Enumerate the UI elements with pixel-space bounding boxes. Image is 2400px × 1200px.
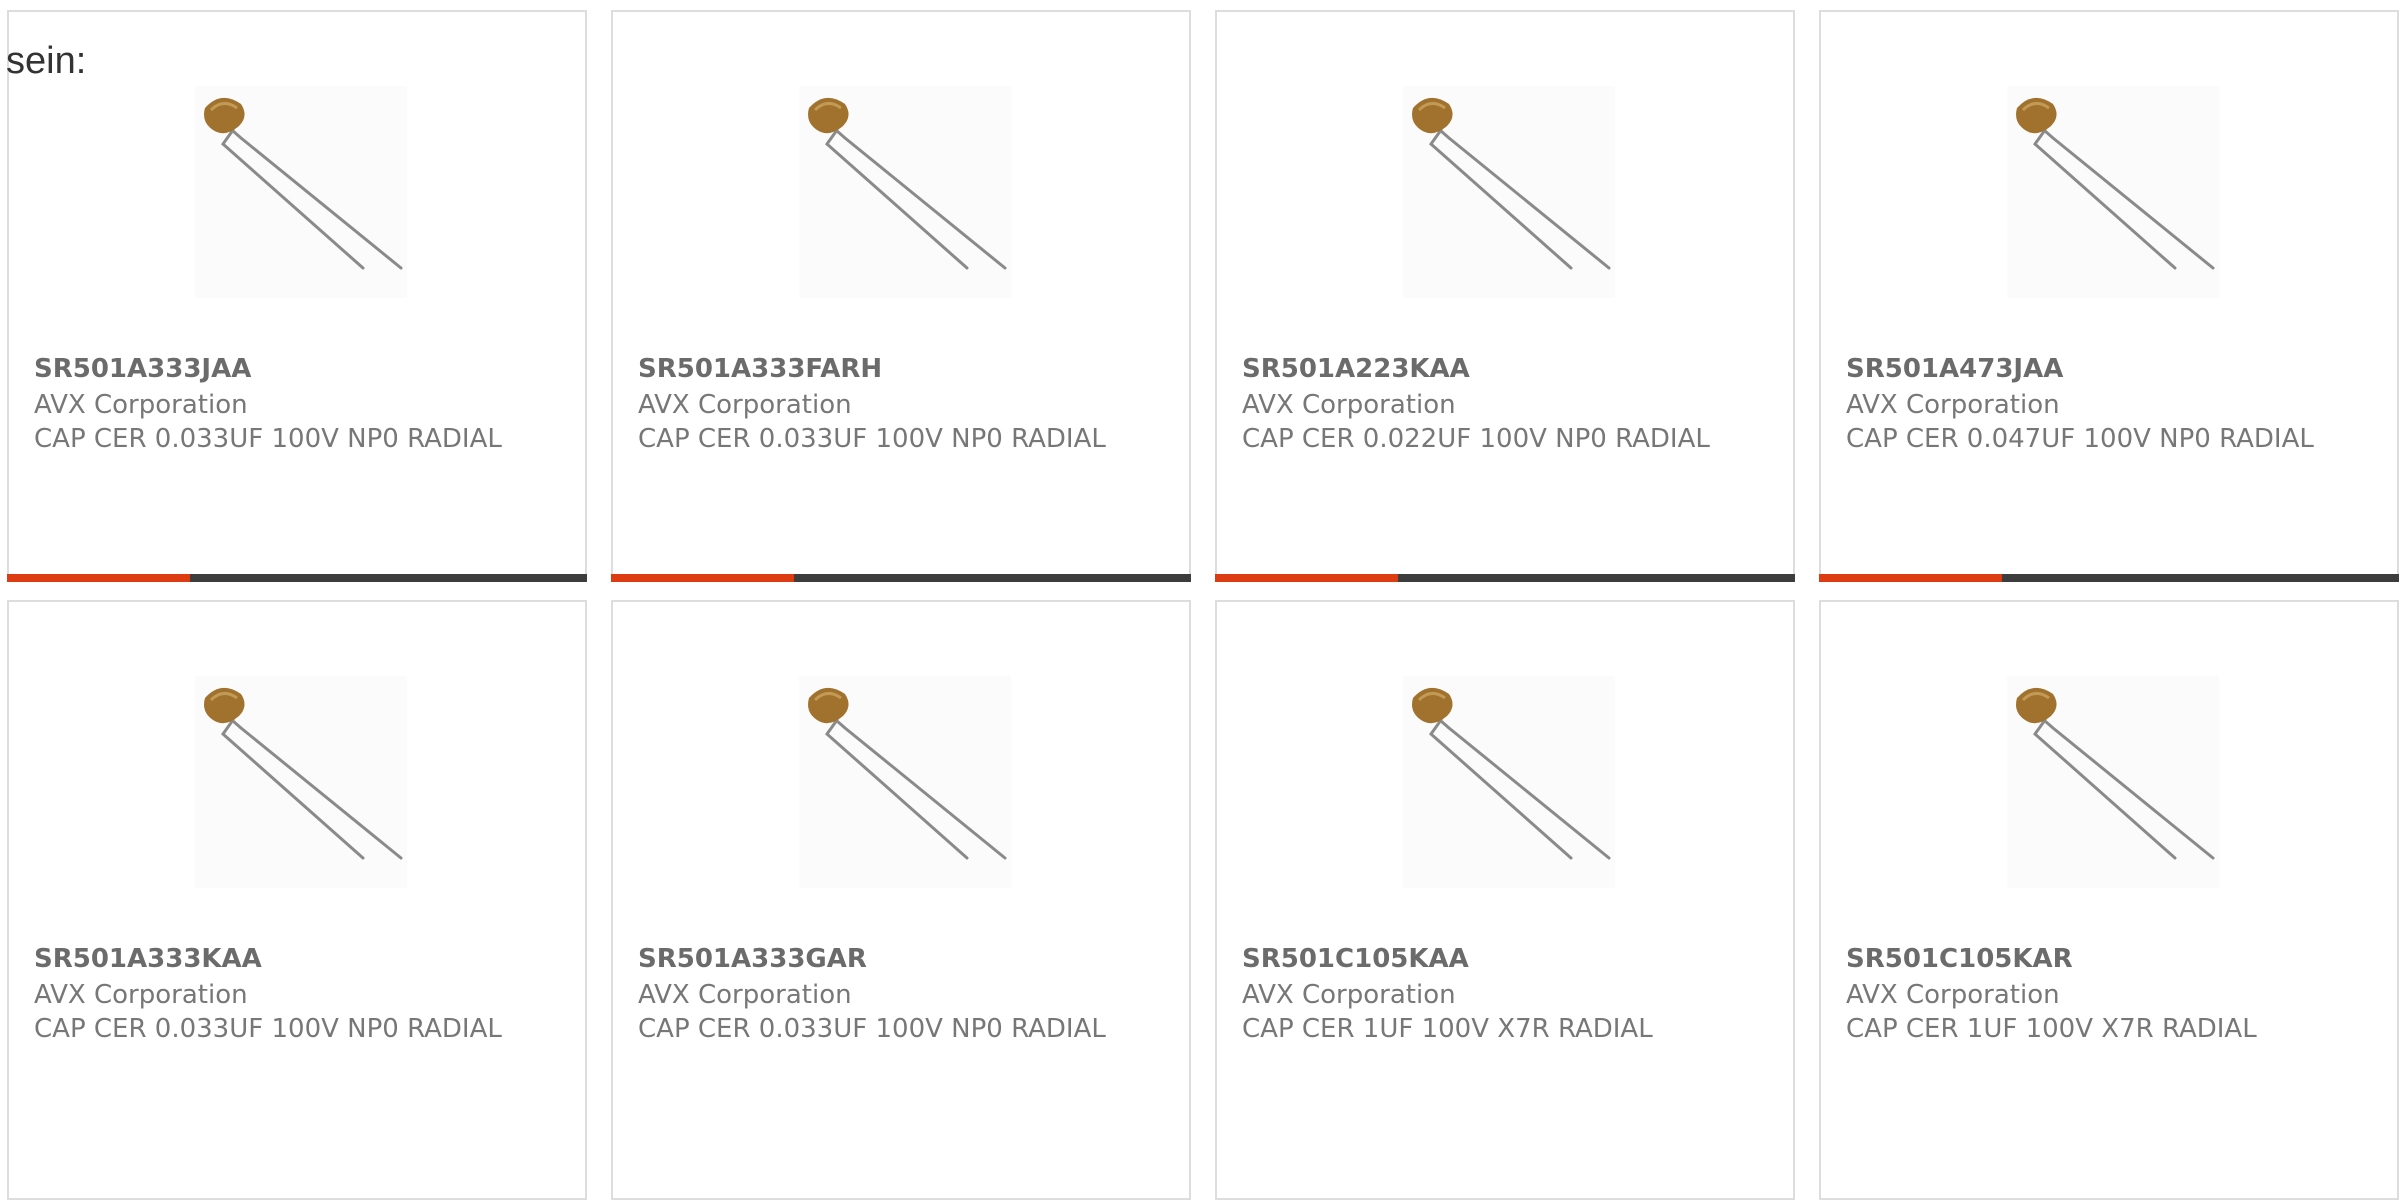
part-number: SR501C105KAR xyxy=(1846,944,2073,974)
ceramic-capacitor-icon xyxy=(799,86,1011,298)
ceramic-capacitor-icon xyxy=(1403,676,1615,888)
product-card[interactable]: SR501A473JAA AVX Corporation CAP CER 0.0… xyxy=(1819,10,2399,582)
description: CAP CER 0.022UF 100V NP0 RADIAL xyxy=(1242,424,1710,454)
card-footer-bar xyxy=(611,574,1191,582)
manufacturer: AVX Corporation xyxy=(1242,980,1456,1010)
product-card[interactable]: SR501C105KAR AVX Corporation CAP CER 1UF… xyxy=(1819,600,2399,1200)
manufacturer: AVX Corporation xyxy=(638,980,852,1010)
product-card[interactable]: SR501A333GAR AVX Corporation CAP CER 0.0… xyxy=(611,600,1191,1200)
part-number: SR501A223KAA xyxy=(1242,354,1470,384)
description: CAP CER 0.033UF 100V NP0 RADIAL xyxy=(638,424,1106,454)
ceramic-capacitor-icon xyxy=(195,86,407,298)
part-number: SR501A473JAA xyxy=(1846,354,2064,384)
product-card[interactable]: SR501A333KAA AVX Corporation CAP CER 0.0… xyxy=(7,600,587,1200)
description: CAP CER 0.033UF 100V NP0 RADIAL xyxy=(34,424,502,454)
card-footer-bar xyxy=(7,574,587,582)
card-accent-bar xyxy=(1215,574,1398,582)
card-accent-bar xyxy=(1819,574,2002,582)
manufacturer: AVX Corporation xyxy=(1242,390,1456,420)
manufacturer: AVX Corporation xyxy=(1846,980,2060,1010)
card-footer-bar xyxy=(1819,574,2399,582)
ceramic-capacitor-icon xyxy=(2007,86,2219,298)
description: CAP CER 0.033UF 100V NP0 RADIAL xyxy=(34,1014,502,1044)
product-card[interactable]: SR501C105KAA AVX Corporation CAP CER 1UF… xyxy=(1215,600,1795,1200)
manufacturer: AVX Corporation xyxy=(1846,390,2060,420)
card-footer-bar xyxy=(1215,574,1795,582)
description: CAP CER 0.047UF 100V NP0 RADIAL xyxy=(1846,424,2314,454)
part-number: SR501A333JAA xyxy=(34,354,252,384)
ceramic-capacitor-icon xyxy=(2007,676,2219,888)
product-card[interactable]: SR501A333FARH AVX Corporation CAP CER 0.… xyxy=(611,10,1191,582)
intro-text: sein: xyxy=(6,40,87,82)
ceramic-capacitor-icon xyxy=(799,676,1011,888)
product-card[interactable]: SR501A333JAA AVX Corporation CAP CER 0.0… xyxy=(7,10,587,582)
description: CAP CER 1UF 100V X7R RADIAL xyxy=(1846,1014,2257,1044)
description: CAP CER 1UF 100V X7R RADIAL xyxy=(1242,1014,1653,1044)
description: CAP CER 0.033UF 100V NP0 RADIAL xyxy=(638,1014,1106,1044)
product-grid: SR501A333JAA AVX Corporation CAP CER 0.0… xyxy=(0,0,2400,1200)
part-number: SR501A333KAA xyxy=(34,944,262,974)
part-number: SR501A333FARH xyxy=(638,354,883,384)
manufacturer: AVX Corporation xyxy=(34,390,248,420)
part-number: SR501A333GAR xyxy=(638,944,867,974)
part-number: SR501C105KAA xyxy=(1242,944,1469,974)
card-accent-bar xyxy=(611,574,794,582)
product-card[interactable]: SR501A223KAA AVX Corporation CAP CER 0.0… xyxy=(1215,10,1795,582)
card-accent-bar xyxy=(7,574,190,582)
manufacturer: AVX Corporation xyxy=(638,390,852,420)
ceramic-capacitor-icon xyxy=(1403,86,1615,298)
ceramic-capacitor-icon xyxy=(195,676,407,888)
manufacturer: AVX Corporation xyxy=(34,980,248,1010)
